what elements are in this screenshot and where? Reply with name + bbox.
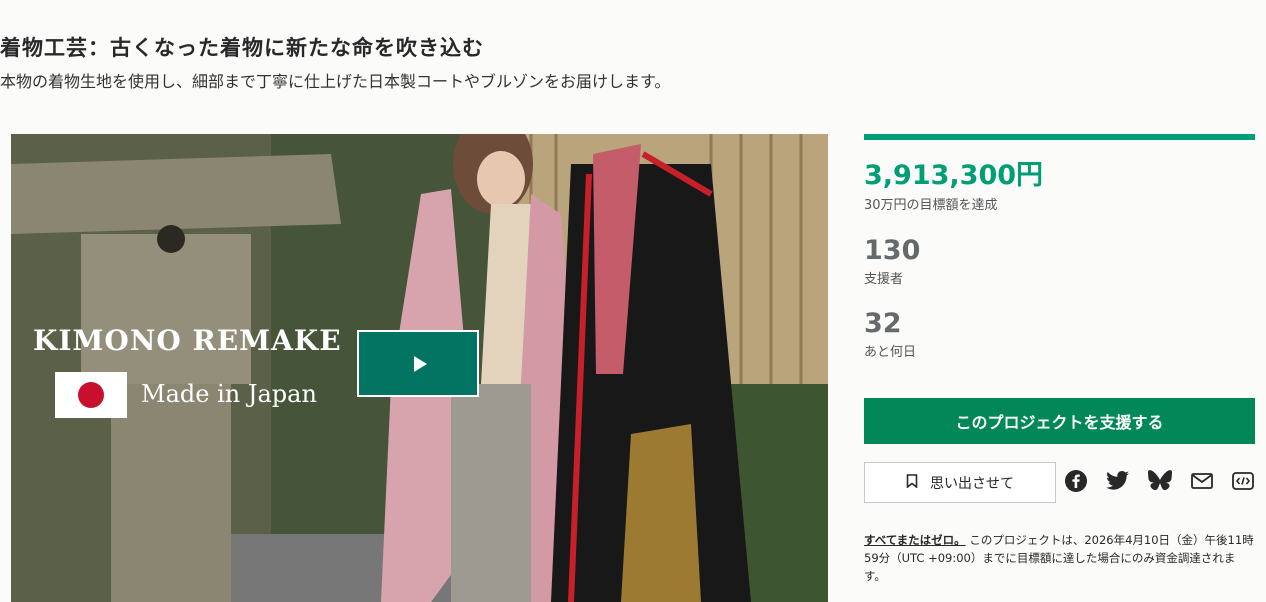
remind-me-label: 思い出させて [930,475,1014,492]
play-icon [413,355,427,372]
japan-flag-icon [55,372,127,418]
back-project-button[interactable]: このプロジェクトを支援する [864,398,1255,444]
days-left-count: 32 [864,308,902,339]
facebook-icon[interactable] [1063,468,1089,494]
play-button[interactable] [357,330,479,397]
all-or-nothing-link[interactable]: すべてまたはゼロ。 [864,533,966,547]
remind-me-button[interactable]: 思い出させて [864,462,1056,503]
backers-label: 支援者 [864,272,904,287]
pledged-amount: 3,913,300円 [864,160,1044,191]
email-icon[interactable] [1189,468,1215,494]
bluesky-icon[interactable] [1147,468,1173,494]
stats-panel: 3,913,300円 30万円の目標額を達成 130 支援者 32 あと何日 [864,134,1255,360]
project-subtitle: 本物の着物生地を使用し、細部まで丁寧に仕上げた日本製コートやブルゾンをお届けしま… [0,72,671,91]
video-overlay-subtitle: Made in Japan [141,380,317,408]
days-left-label: あと何日 [864,345,917,360]
video-overlay-title: KIMONO REMAKE [33,324,342,357]
all-or-nothing-note: すべてまたはゼロ。 このプロジェクトは、2026年4月10日（金）午後11時59… [864,531,1255,585]
goal-text: 30万円の目標額を達成 [864,198,998,213]
project-video[interactable]: KIMONO REMAKE Made in Japan [11,134,828,602]
embed-icon[interactable] [1230,468,1256,494]
funding-progress-bar [864,134,1255,140]
project-title: 着物工芸：古くなった着物に新たな命を吹き込む [0,36,484,60]
twitter-icon[interactable] [1105,468,1131,494]
backers-count: 130 [864,235,921,266]
bookmark-icon [906,473,918,492]
